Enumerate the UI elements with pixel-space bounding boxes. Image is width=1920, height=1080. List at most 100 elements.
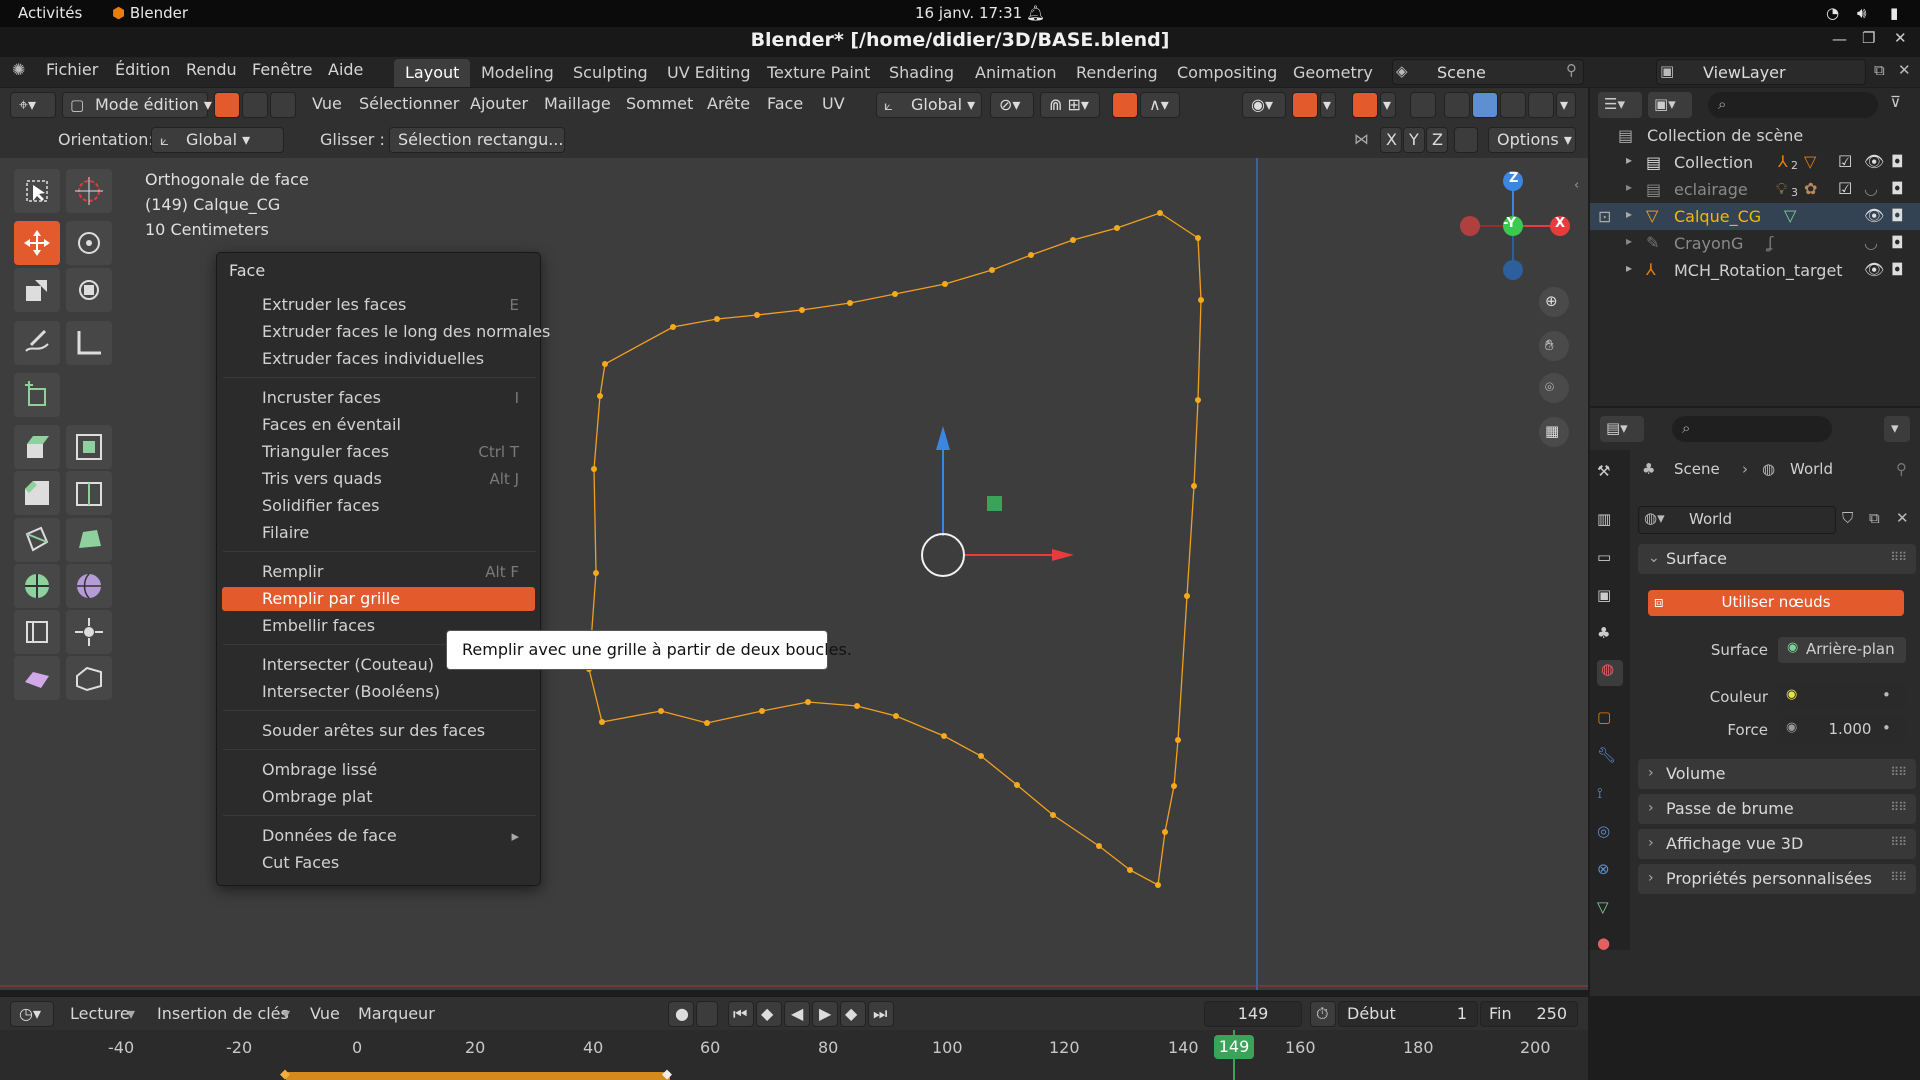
menu-item-remplir[interactable]: Remplir Alt F (222, 560, 535, 584)
eye-icon[interactable]: 👁︎ (1864, 260, 1884, 279)
properties-search-input[interactable]: ⌕ (1672, 416, 1832, 442)
modifier-tab-icon[interactable]: 🔧︎ (1597, 746, 1623, 772)
menu-item-donnees-face[interactable]: Données de face ▸ (222, 824, 535, 848)
jump-end-icon[interactable]: ⏭ (868, 1001, 894, 1027)
mist-panel-header[interactable]: › Passe de brume ⠿⠿ (1638, 794, 1916, 824)
playhead-frame-badge[interactable]: 149 (1214, 1035, 1254, 1059)
rip-region-tool[interactable] (66, 656, 112, 700)
tab-animation[interactable]: Animation (964, 59, 1068, 87)
scene-selector[interactable]: Scene (1392, 59, 1584, 85)
pivot-icon[interactable]: ⊘▾ (990, 92, 1034, 118)
menu-item-souder-aretes[interactable]: Souder arêtes sur des faces (222, 719, 535, 743)
tab-modeling[interactable]: Modeling (470, 59, 565, 87)
blender-logo-icon[interactable]: ✺ (12, 60, 25, 79)
menu-sommet[interactable]: Sommet (626, 94, 693, 113)
rotate-tool[interactable] (66, 221, 112, 265)
view-layer-tab-icon[interactable]: ▣ (1597, 586, 1623, 612)
visibility-icon[interactable]: ◉▾ (1242, 92, 1286, 118)
tab-uv-editing[interactable]: UV Editing (656, 59, 761, 87)
overlay-dropdown-icon[interactable]: ▾ (1380, 92, 1396, 118)
menu-item-trianguler[interactable]: Trianguler faces Ctrl T (222, 440, 535, 464)
camera-render-icon[interactable]: ◘ (1891, 152, 1904, 171)
keyframe-diamond-icon[interactable]: ◆ (662, 1067, 672, 1080)
world-tab-icon[interactable]: ◍ (1597, 660, 1623, 686)
viewlayer-selector[interactable]: ViewLayer (1656, 59, 1866, 85)
tab-sculpting[interactable]: Sculpting (562, 59, 659, 87)
options-dropdown[interactable]: Options ▾ (1488, 127, 1576, 153)
scale-tool[interactable] (14, 268, 60, 312)
start-frame-field[interactable]: Début 1 (1338, 1001, 1478, 1027)
move-tool[interactable] (14, 221, 60, 265)
drag-grip-icon[interactable]: ⠿⠿ (1890, 800, 1907, 814)
grid-icon[interactable]: ▦ (1545, 422, 1559, 440)
properties-editor-type-icon[interactable]: ▤▾ (1600, 416, 1644, 442)
drag-dropdown[interactable]: Sélection rectangu... (389, 127, 565, 153)
stopwatch-icon[interactable]: ⏱ (1310, 1001, 1336, 1027)
close-icon[interactable]: ✕ (1894, 29, 1907, 47)
edge-slide-tool[interactable] (14, 610, 60, 654)
orientation-dropdown[interactable]: Global ▾ (151, 127, 284, 153)
pin-icon[interactable]: ⚲ (1566, 61, 1577, 79)
expand-arrow-icon[interactable]: ▸ (1626, 207, 1632, 221)
menu-item-extruder-faces[interactable]: Extruder les faces E (222, 293, 535, 317)
camera-render-icon[interactable]: ◘ (1891, 260, 1904, 279)
prev-keyframe-icon[interactable]: ◆ (756, 1001, 782, 1027)
mirror-x-button[interactable]: X (1380, 127, 1402, 153)
drag-grip-icon[interactable]: ⠿⠿ (1890, 835, 1907, 849)
tab-shading[interactable]: Shading (878, 59, 965, 87)
tab-rendering[interactable]: Rendering (1065, 59, 1169, 87)
menu-item-solidifier[interactable]: Solidifier faces (222, 494, 535, 518)
mirror-y-button[interactable]: Y (1403, 127, 1425, 153)
volume-icon[interactable]: 🔊︎ (1857, 4, 1866, 22)
play-reverse-icon[interactable]: ◀ (784, 1001, 810, 1027)
surface-panel-header[interactable]: ⌄ Surface ⠿⠿ (1638, 544, 1916, 574)
world-selector[interactable]: World (1638, 506, 1836, 534)
edit-mode-indicator-icon[interactable]: ⊡ (1598, 207, 1611, 226)
current-frame-field[interactable]: 149 (1204, 1001, 1302, 1027)
camera-render-icon[interactable]: ◘ (1891, 179, 1904, 198)
menu-item-cut-faces[interactable]: Cut Faces (222, 851, 535, 875)
tab-compositing[interactable]: Compositing (1166, 59, 1288, 87)
gizmo-x-label[interactable]: X (1555, 216, 1565, 231)
annotate-tool[interactable] (14, 321, 60, 365)
expand-arrow-icon[interactable]: ▸ (1626, 153, 1632, 167)
minimize-icon[interactable]: — (1832, 30, 1847, 48)
menu-item-remplir-par-grille[interactable]: Remplir par grille (222, 587, 535, 611)
keyframe-diamond-icon[interactable]: ◆ (280, 1067, 290, 1080)
gizmo-z-label[interactable]: Z (1509, 171, 1518, 186)
menu-selectionner[interactable]: Sélectionner (359, 94, 459, 113)
eye-icon[interactable]: 👁︎ (1864, 152, 1884, 171)
eye-closed-icon[interactable]: ◡ (1864, 179, 1878, 198)
auto-key-options-icon[interactable] (696, 1001, 718, 1027)
clock[interactable]: 16 janv. 17:31 (915, 4, 1022, 22)
knife-tool[interactable] (14, 518, 60, 562)
snap-icon[interactable]: ⋒ ⊞▾ (1040, 92, 1100, 118)
expand-arrow-icon[interactable]: ▸ (1626, 234, 1632, 248)
zoom-icon[interactable]: ⊕ (1545, 292, 1558, 310)
face-select-icon[interactable] (270, 92, 296, 118)
cursor-tool[interactable] (66, 169, 112, 213)
sidebar-toggle-icon[interactable]: ‹ (1574, 178, 1579, 193)
add-cube-tool[interactable] (14, 373, 60, 417)
scene-tab-icon[interactable]: ♣ (1597, 624, 1623, 650)
expand-arrow-icon[interactable]: ▸ (1626, 261, 1632, 275)
gizmo-dropdown-icon[interactable]: ▾ (1320, 92, 1336, 118)
outliner-root-row[interactable]: ▤ Collection de scène (1590, 122, 1920, 149)
remove-viewlayer-icon[interactable]: ✕ (1898, 61, 1911, 79)
volume-panel-header[interactable]: › Volume ⠿⠿ (1638, 759, 1916, 789)
measure-tool[interactable] (66, 321, 112, 365)
outliner-editor-type-icon[interactable]: ☰▾ (1598, 92, 1642, 118)
poly-build-tool[interactable] (66, 518, 112, 562)
extrude-tool[interactable] (14, 425, 60, 469)
menu-item-ombrage-lisse[interactable]: Ombrage lissé (222, 758, 535, 782)
smooth-tool[interactable] (66, 564, 112, 608)
gizmo-toggle-icon[interactable] (1292, 92, 1318, 118)
menu-arete[interactable]: Arête (707, 94, 750, 113)
battery-icon[interactable]: ▮ (1890, 4, 1898, 22)
record-icon[interactable]: ● (668, 1001, 694, 1027)
eye-closed-icon[interactable]: ◡ (1864, 233, 1878, 252)
menu-item-tris-quads[interactable]: Tris vers quads Alt J (222, 467, 535, 491)
physics-tab-icon[interactable]: ◎ (1597, 822, 1623, 848)
camera-render-icon[interactable]: ◘ (1891, 233, 1904, 252)
playback-dropdown-icon[interactable]: ▾ (127, 1004, 135, 1023)
